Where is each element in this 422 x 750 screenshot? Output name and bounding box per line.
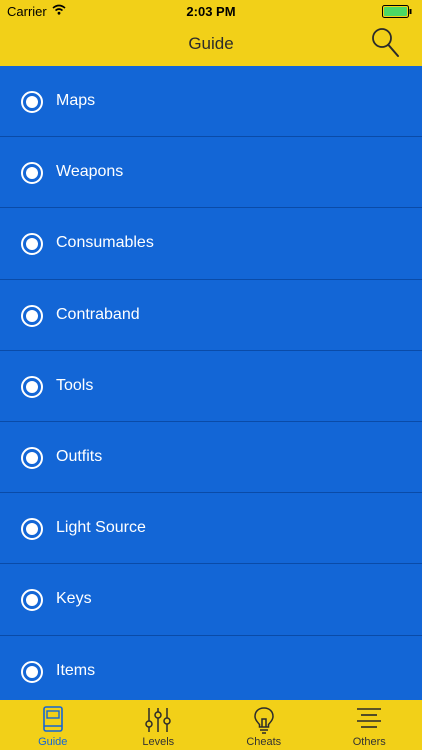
tab-label: Guide <box>38 736 68 748</box>
list-item-label: Maps <box>56 92 96 109</box>
radio-icon <box>21 304 43 327</box>
top-bar: Carrier 2:03 PM Guide <box>0 0 422 66</box>
tab-label: Cheats <box>246 736 282 748</box>
tab-cheats[interactable]: Cheats <box>211 700 317 750</box>
list-item[interactable]: Keys <box>0 564 422 636</box>
tab-label: Levels <box>142 736 175 748</box>
tab-others[interactable]: Others <box>317 700 422 750</box>
list-item[interactable]: Contraband <box>0 280 422 351</box>
list-item[interactable]: Tools <box>0 351 422 422</box>
list-item-label: Light Source <box>56 519 146 537</box>
book-icon <box>42 706 63 732</box>
list-item-label: Items <box>56 661 96 679</box>
list-item[interactable]: Light Source <box>0 493 422 565</box>
sliders-icon <box>145 708 171 732</box>
list-item-label: Consumables <box>56 234 154 252</box>
list-item[interactable]: Weapons <box>0 137 422 209</box>
list-item-label: Contraband <box>56 305 140 323</box>
tab-bar: Guide Levels Cheats Others <box>0 700 422 750</box>
list-icon <box>357 708 382 728</box>
lightbulb-icon <box>253 707 274 734</box>
status-bar: Carrier 2:03 PM <box>0 0 422 22</box>
tab-guide[interactable]: Guide <box>0 700 106 750</box>
list-item-label: Weapons <box>56 163 124 181</box>
radio-icon <box>21 518 43 541</box>
radio-icon <box>21 233 43 256</box>
tab-levels[interactable]: Levels <box>106 700 212 750</box>
search-icon[interactable] <box>370 26 400 58</box>
radio-icon <box>21 375 43 398</box>
list-item[interactable]: Consumables <box>0 208 422 280</box>
radio-icon <box>21 660 43 683</box>
list-item-label: Keys <box>56 590 92 608</box>
radio-icon <box>21 162 43 185</box>
list-item-label: Tools <box>56 376 94 394</box>
list-item[interactable]: Outfits <box>0 422 422 494</box>
list-item-label: Outfits <box>56 447 103 465</box>
tab-label: Others <box>352 736 386 748</box>
page-title: Guide <box>188 34 234 53</box>
clock: 2:03 PM <box>186 4 236 19</box>
radio-icon <box>21 91 43 113</box>
list-item[interactable]: Maps <box>0 66 422 138</box>
battery-icon <box>382 5 412 18</box>
radio-icon <box>21 446 43 469</box>
guide-list: Maps Weapons Consumables Contraband Tool… <box>0 66 422 707</box>
radio-icon <box>21 589 43 612</box>
list-item[interactable]: Items <box>0 636 422 707</box>
